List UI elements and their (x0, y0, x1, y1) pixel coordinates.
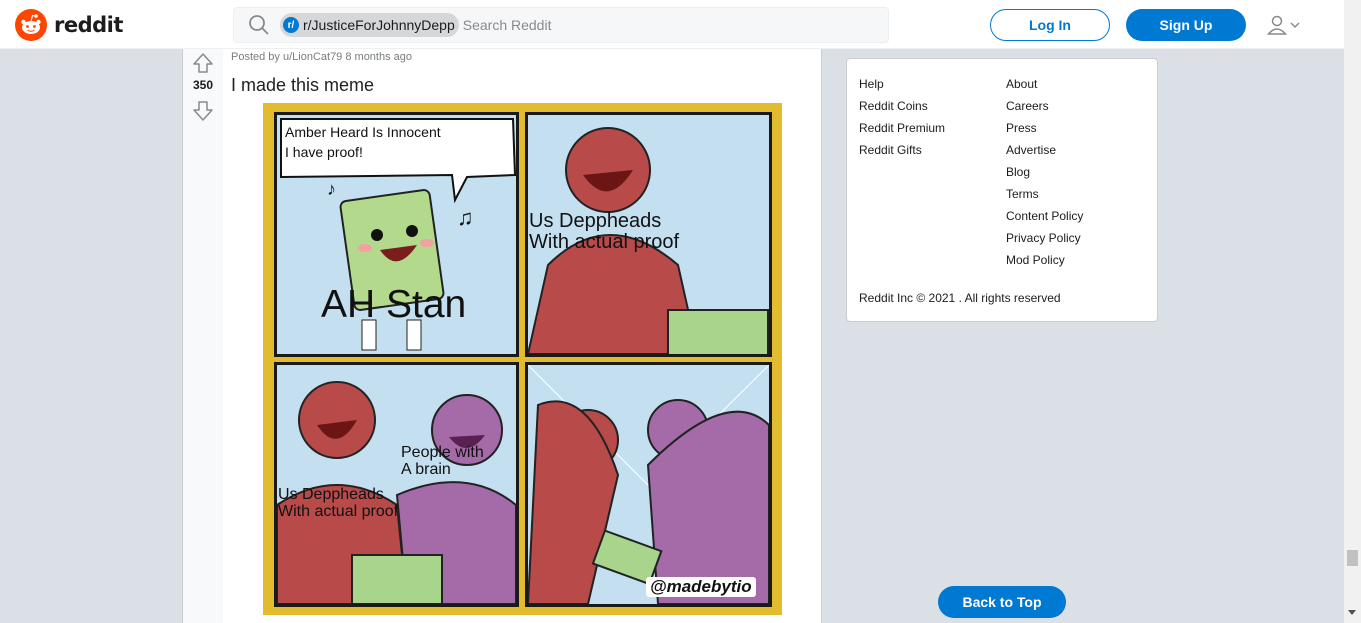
footer-link-reddit-gifts[interactable]: Reddit Gifts (859, 139, 945, 161)
downvote-arrow-icon[interactable] (192, 100, 214, 122)
reddit-alien-icon (15, 9, 47, 41)
meme-bubble-text: Amber Heard Is Innocent I have proof! (285, 124, 441, 160)
scroll-down-arrow-icon[interactable] (1348, 610, 1356, 615)
beatdown-scene (528, 365, 769, 604)
page-scrollbar[interactable] (1344, 0, 1361, 623)
footer-link-reddit-coins[interactable]: Reddit Coins (859, 95, 945, 117)
footer-link-help[interactable]: Help (859, 73, 945, 95)
meme-panel-4: @madebytio (525, 362, 772, 607)
search-bar[interactable]: r/ r/JusticeForJohnnyDepp (233, 7, 889, 43)
reddit-logo[interactable]: reddit (15, 9, 123, 41)
footer-link-privacy-policy[interactable]: Privacy Policy (1006, 227, 1083, 249)
meme-panel-1: ♪ ♫ Amber Heard Is Innocent I have proof… (274, 112, 519, 357)
post-image[interactable]: ♪ ♫ Amber Heard Is Innocent I have proof… (263, 103, 782, 615)
footer-link-content-policy[interactable]: Content Policy (1006, 205, 1083, 227)
footer-link-reddit-premium[interactable]: Reddit Premium (859, 117, 945, 139)
footer-link-terms[interactable]: Terms (1006, 183, 1083, 205)
post-title[interactable]: I made this meme (231, 75, 374, 96)
vote-column: 350 (183, 49, 223, 623)
subreddit-chip[interactable]: r/ r/JusticeForJohnnyDepp (280, 13, 459, 37)
post-card: 350 Posted by u/LionCat79 8 months ago I… (182, 49, 822, 623)
subreddit-icon: r/ (283, 17, 299, 33)
footer-link-mod-policy[interactable]: Mod Policy (1006, 249, 1083, 271)
copyright-text: Reddit Inc © 2021 . All rights reserved (859, 291, 1061, 305)
search-icon (249, 15, 269, 35)
meme-deppheads-label-top: Us Deppheads With actual proof (529, 210, 680, 253)
user-icon (1266, 15, 1288, 35)
footer-links-right: About Careers Press Advertise Blog Terms… (1006, 73, 1083, 271)
scrollbar-thumb[interactable] (1347, 550, 1358, 566)
footer-link-advertise[interactable]: Advertise (1006, 139, 1083, 161)
footer-links-card: Help Reddit Coins Reddit Premium Reddit … (846, 58, 1158, 322)
signup-button[interactable]: Sign Up (1126, 9, 1246, 41)
handshake-scene (277, 381, 516, 604)
footer-link-press[interactable]: Press (1006, 117, 1083, 139)
top-header: reddit r/ r/JusticeForJohnnyDepp Log In … (0, 0, 1344, 49)
meme-watermark: @madebytio (646, 577, 756, 597)
login-button[interactable]: Log In (990, 9, 1110, 41)
chevron-down-icon (1290, 22, 1300, 29)
footer-link-about[interactable]: About (1006, 73, 1083, 95)
svg-text:♫: ♫ (457, 205, 474, 230)
meme-deppheads-label-bottom: Us Deppheads With actual proof (278, 486, 399, 520)
upvote-arrow-icon[interactable] (192, 52, 214, 74)
post-meta: Posted by u/LionCat79 8 months ago (231, 51, 413, 63)
footer-link-blog[interactable]: Blog (1006, 161, 1083, 183)
search-input[interactable] (462, 17, 843, 33)
footer-link-careers[interactable]: Careers (1006, 95, 1083, 117)
back-to-top-button[interactable]: Back to Top (938, 586, 1066, 618)
meme-panel-2: Us Deppheads With actual proof (525, 112, 772, 357)
meme-ah-stan-label: AH Stan (321, 283, 467, 326)
subreddit-chip-label: r/JusticeForJohnnyDepp (303, 17, 455, 33)
user-menu-dropdown[interactable] (1266, 13, 1306, 37)
meme-panel-3: People with A brain Us Deppheads With ac… (274, 362, 519, 607)
meme-brain-label: People with A brain (401, 444, 484, 478)
svg-text:♪: ♪ (327, 179, 336, 199)
vote-count: 350 (192, 78, 214, 92)
reddit-wordmark: reddit (54, 13, 123, 37)
footer-links-left: Help Reddit Coins Reddit Premium Reddit … (859, 73, 945, 161)
